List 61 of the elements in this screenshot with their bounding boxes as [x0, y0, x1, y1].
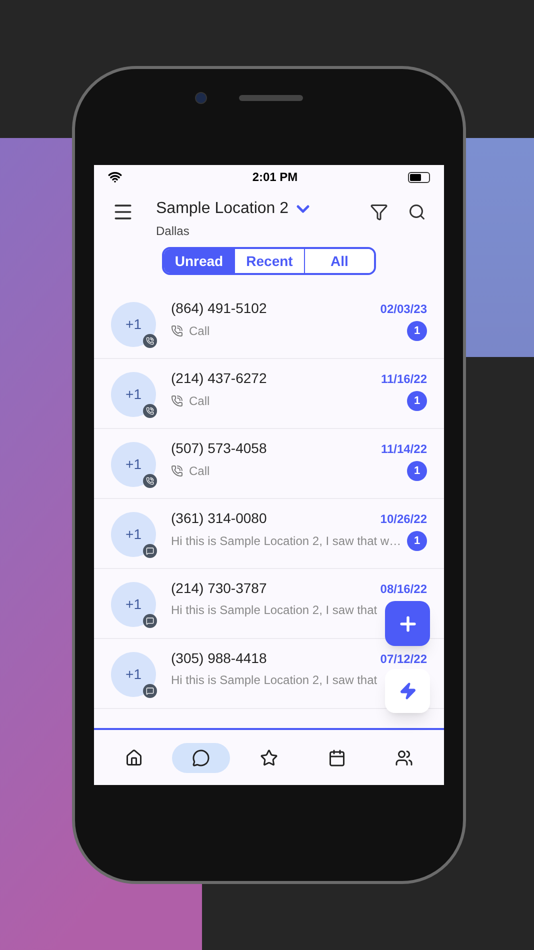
- conversation-date: 07/12/22: [380, 650, 427, 668]
- conversation-date: 10/26/22: [380, 510, 427, 528]
- avatar-text: +1: [126, 455, 142, 474]
- contact-number: (507) 573-4058: [171, 439, 267, 458]
- message-preview: Hi this is Sample Location 2, I saw that w…: [171, 533, 402, 550]
- speaker-grille: [239, 95, 303, 101]
- phone-badge-icon: [143, 474, 157, 488]
- avatar-text: +1: [126, 595, 142, 614]
- message-badge-icon: [143, 684, 157, 698]
- quick-action-button[interactable]: [385, 669, 430, 713]
- unread-count: 1: [407, 461, 427, 481]
- contact-number: (214) 730-3787: [171, 579, 267, 598]
- home-icon: [124, 748, 143, 766]
- message-preview: Call: [189, 393, 210, 410]
- search-icon[interactable]: [408, 203, 426, 221]
- message-preview: Call: [189, 463, 210, 480]
- message-preview: Hi this is Sample Location 2, I saw that: [171, 672, 378, 689]
- conversation-date: 11/14/22: [380, 440, 427, 458]
- nav-tab[interactable]: [172, 742, 230, 772]
- star-icon: [260, 748, 278, 766]
- message-preview: Call: [189, 323, 210, 340]
- add-button[interactable]: [385, 601, 430, 646]
- contact-number: (214) 437-6272: [171, 369, 267, 388]
- camera-icon: [195, 92, 207, 104]
- conversation-row[interactable]: +1 (864) 491-5102 02/03/23 Call 1: [94, 289, 444, 359]
- battery-icon: [408, 172, 430, 182]
- chat-bubble-icon: [192, 748, 210, 766]
- message-badge-icon: [143, 544, 157, 558]
- people-icon: [395, 748, 414, 766]
- conversation-date: 02/03/23: [380, 300, 427, 318]
- avatar-text: +1: [126, 385, 142, 404]
- conversation-row[interactable]: +1 (507) 573-4058 11/14/22 Call 1: [94, 429, 444, 499]
- message-badge-icon: [143, 614, 157, 628]
- calendar-icon: [328, 748, 346, 766]
- location-subtitle: Dallas: [156, 223, 190, 240]
- unread-count: 1: [407, 391, 427, 411]
- call-icon: [171, 465, 183, 477]
- phone-badge-icon: [143, 334, 157, 348]
- conversation-date: 08/16/22: [380, 580, 427, 598]
- conversation-row[interactable]: +1 (214) 437-6272 11/16/22 Call 1: [94, 359, 444, 429]
- avatar-text: +1: [126, 315, 142, 334]
- status-time: 2:01 PM: [252, 169, 298, 186]
- conversation-date: 11/16/22: [380, 370, 427, 388]
- filter-icon[interactable]: [370, 203, 388, 221]
- avatar-text: +1: [126, 525, 142, 544]
- avatar-text: +1: [126, 665, 142, 684]
- wifi-icon: [108, 170, 122, 184]
- contact-number: (305) 988-4418: [171, 649, 267, 668]
- filter-tab[interactable]: Unread: [164, 249, 234, 273]
- conversation-row[interactable]: +1 (361) 314-0080 10/26/22 Hi this is Sample Location 2, I saw that w… 1: [94, 499, 444, 569]
- location-title[interactable]: Sample Location 2: [156, 197, 289, 221]
- unread-count: 1: [407, 321, 427, 341]
- lightning-icon: [398, 682, 416, 700]
- message-preview: Hi this is Sample Location 2, I saw that: [171, 602, 378, 619]
- unread-count: 1: [407, 531, 427, 551]
- phone-badge-icon: [143, 404, 157, 418]
- call-icon: [171, 325, 183, 337]
- contact-number: (864) 491-5102: [171, 299, 267, 318]
- call-icon: [171, 395, 183, 407]
- contact-number: (361) 314-0080: [171, 509, 267, 528]
- filter-tab[interactable]: All: [304, 249, 374, 273]
